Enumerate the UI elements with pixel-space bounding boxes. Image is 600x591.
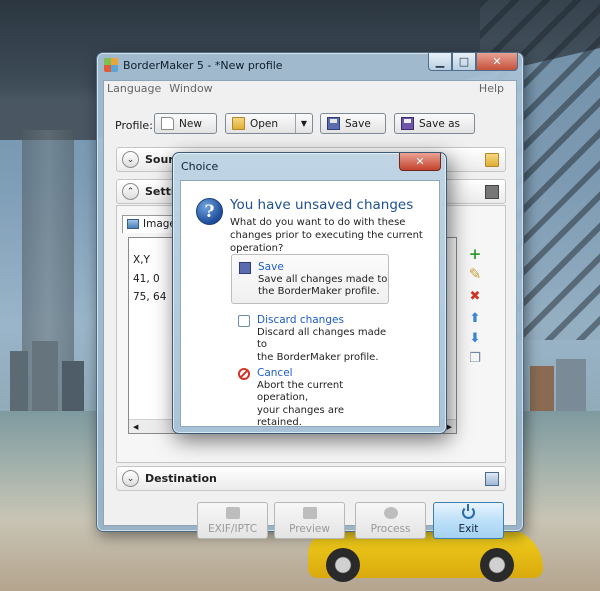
preview-icon	[302, 507, 317, 519]
save-button-label: Save	[345, 117, 371, 130]
dialog-title: Choice	[181, 160, 219, 173]
profile-label: Profile:	[115, 119, 153, 132]
chevron-down-icon[interactable]: ▼	[295, 114, 312, 133]
process-button[interactable]: Process	[355, 502, 426, 539]
settings-panel-title: Setti	[145, 185, 175, 198]
floppy-disk-icon	[327, 117, 340, 130]
scroll-right-icon[interactable]: ▶	[447, 423, 452, 431]
destination-panel-header[interactable]: ⌄ Destination	[116, 466, 506, 491]
exif-iptc-button[interactable]: EXIF/IPTC	[197, 502, 268, 539]
save-option-line1: Save all changes made to	[258, 273, 388, 285]
add-icon[interactable]: +	[466, 245, 484, 263]
chevron-down-icon[interactable]: ⌄	[122, 151, 139, 168]
save-as-button-label: Save as	[419, 117, 461, 130]
tab-image-label: Image	[143, 218, 176, 230]
exif-icon	[225, 507, 240, 519]
new-button-label: New	[179, 117, 202, 130]
title-bar[interactable]: BorderMaker 5 - *New profile ▁ □ ✕	[97, 53, 523, 79]
dialog-content: ? You have unsaved changes What do you w…	[180, 180, 440, 428]
move-up-icon[interactable]: ⬆	[466, 309, 484, 327]
minimize-button[interactable]: ▁	[428, 53, 452, 71]
discard-option[interactable]: Discard changes Discard all changes made…	[231, 308, 389, 368]
cancel-icon	[238, 368, 250, 380]
app-icon	[104, 58, 118, 72]
question-icon: ?	[196, 198, 223, 225]
new-document-icon	[161, 117, 174, 130]
profile-toolbar: Profile: New Open ▼ Save Save as	[104, 113, 516, 137]
cancel-option-line1: Abort the current operation,	[257, 379, 344, 404]
gears-icon	[383, 507, 398, 519]
chevron-down-icon[interactable]: ⌄	[122, 470, 139, 487]
save-profile-button[interactable]: Save	[320, 113, 386, 134]
cancel-option-title: Cancel	[257, 367, 293, 379]
preview-button-label: Preview	[289, 523, 330, 535]
cancel-option-line2: your changes are retained.	[257, 404, 345, 429]
discard-icon	[238, 315, 250, 327]
save-option-line2: the BorderMaker profile.	[258, 286, 380, 297]
copy-icon[interactable]: ❐	[466, 349, 484, 367]
new-profile-button[interactable]: New	[154, 113, 217, 134]
delete-icon[interactable]: ✖	[466, 287, 484, 305]
exit-button-label: Exit	[458, 523, 479, 535]
floppy-disk-icon	[239, 262, 251, 274]
list-item[interactable]: 41, 0	[133, 271, 160, 288]
menu-bar: Language Window Help	[104, 81, 516, 98]
power-icon	[462, 504, 475, 519]
car-wheel	[480, 548, 514, 582]
process-button-label: Process	[370, 523, 411, 535]
close-button[interactable]: ✕	[476, 53, 518, 71]
dialog-close-button[interactable]: ✕	[399, 153, 441, 171]
menu-language[interactable]: Language	[107, 81, 161, 98]
exif-button-label: EXIF/IPTC	[207, 523, 258, 535]
open-button-label: Open	[250, 117, 279, 130]
choice-dialog: Choice ✕ ? You have unsaved changes What…	[172, 152, 447, 434]
destination-icon	[485, 472, 499, 486]
folder-icon	[232, 117, 245, 130]
source-panel-title: Sour	[145, 153, 174, 166]
preview-button[interactable]: Preview	[274, 502, 345, 539]
cancel-option[interactable]: Cancel Abort the current operation, your…	[231, 361, 389, 434]
list-item[interactable]: 75, 64	[133, 289, 166, 306]
discard-option-title: Discard changes	[257, 314, 344, 326]
window-title: BorderMaker 5 - *New profile	[123, 59, 283, 72]
menu-window[interactable]: Window	[169, 81, 212, 98]
destination-panel-title: Destination	[145, 472, 217, 485]
car-wheel	[326, 548, 360, 582]
save-option[interactable]: Save Save all changes made to the Border…	[231, 254, 389, 304]
save-as-profile-button[interactable]: Save as	[394, 113, 475, 134]
image-icon	[127, 219, 139, 229]
settings-panel-icon	[485, 185, 499, 199]
discard-option-line1: Discard all changes made to	[257, 326, 387, 351]
open-profile-button[interactable]: Open ▼	[225, 113, 313, 134]
save-as-icon	[401, 117, 414, 130]
folder-icon	[485, 153, 499, 167]
chevron-up-icon[interactable]: ⌃	[122, 183, 139, 200]
save-option-title: Save	[258, 261, 284, 273]
dialog-heading: You have unsaved changes	[230, 197, 414, 213]
menu-help[interactable]: Help	[479, 81, 504, 97]
move-down-icon[interactable]: ⬇	[466, 329, 484, 347]
exit-button[interactable]: Exit	[433, 502, 504, 539]
maximize-button[interactable]: □	[452, 53, 476, 71]
list-header: X,Y	[133, 254, 150, 266]
scroll-left-icon[interactable]: ◀	[133, 423, 138, 431]
edit-pencil-icon[interactable]: ✎	[466, 265, 484, 283]
dialog-message: What do you want to do with these change…	[230, 217, 423, 254]
